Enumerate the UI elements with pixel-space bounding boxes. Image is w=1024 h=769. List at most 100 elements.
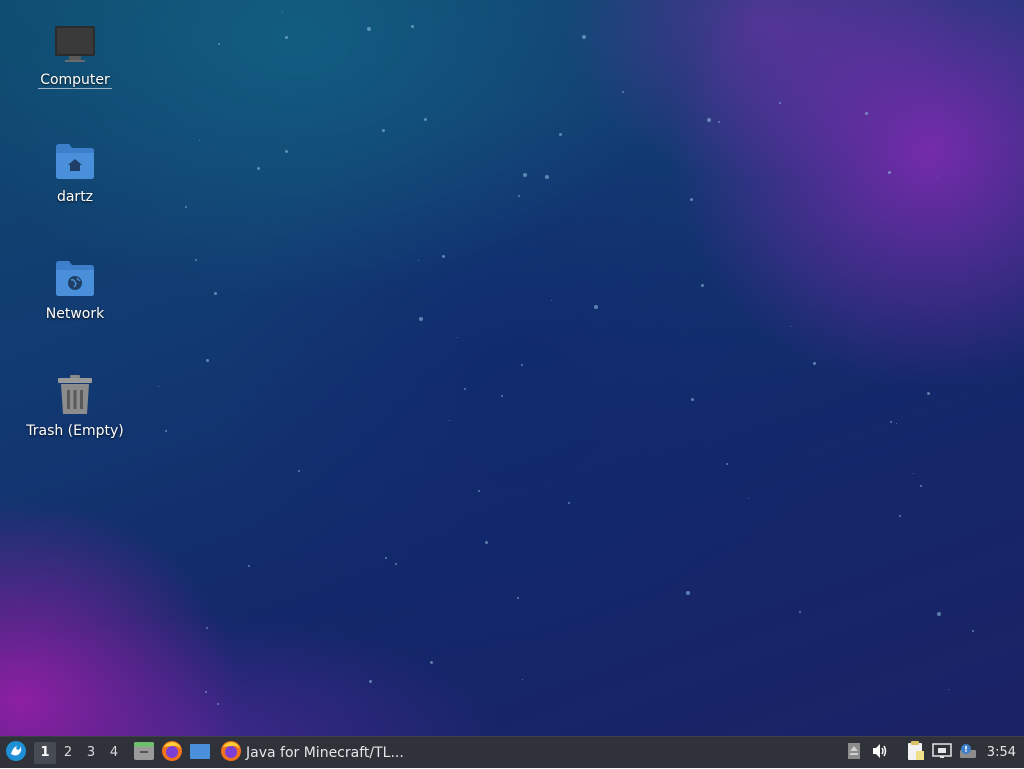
wallpaper-speck xyxy=(214,292,217,295)
wallpaper-speck xyxy=(890,421,892,423)
workspace-1[interactable]: 1 xyxy=(34,741,56,764)
wallpaper-speck xyxy=(517,597,519,599)
wallpaper-speck xyxy=(622,91,624,93)
wallpaper-speck xyxy=(927,392,930,395)
wallpaper-speck xyxy=(367,27,371,31)
file-manager-icon xyxy=(133,741,155,765)
trash-icon xyxy=(53,373,97,417)
desktop-icon-label: dartz xyxy=(56,189,94,205)
wallpaper-speck xyxy=(686,591,690,595)
wallpaper-speck xyxy=(523,173,527,177)
wallpaper-speck xyxy=(217,703,219,705)
start-menu-button[interactable] xyxy=(0,737,32,769)
wallpaper-speck xyxy=(813,362,816,365)
wallpaper-speck xyxy=(449,420,450,421)
show-desktop-icon xyxy=(189,742,211,764)
volume-button[interactable] xyxy=(867,737,893,769)
wallpaper-speck xyxy=(419,317,423,321)
wallpaper-speck xyxy=(442,255,445,258)
wallpaper-speck xyxy=(522,679,523,680)
desktop-icon-home[interactable]: dartz xyxy=(20,139,130,205)
volume-icon xyxy=(871,743,889,763)
wallpaper-speck xyxy=(282,11,283,12)
wallpaper-speck xyxy=(707,118,711,122)
clock[interactable]: 3:54 xyxy=(981,745,1020,760)
update-notifier-button[interactable] xyxy=(955,737,981,769)
wallpaper-speck xyxy=(799,611,801,613)
wallpaper-speck xyxy=(888,171,891,174)
wallpaper-speck xyxy=(457,337,458,338)
firefox-launcher[interactable] xyxy=(158,737,186,769)
wallpaper-speck xyxy=(779,102,781,104)
wallpaper-speck xyxy=(718,121,720,123)
wallpaper-speck xyxy=(195,259,197,261)
taskbar-window-button[interactable]: Java for Minecraft/TL... xyxy=(214,737,416,769)
file-manager-launcher[interactable] xyxy=(130,737,158,769)
wallpaper-speck xyxy=(701,284,704,287)
wallpaper-speck xyxy=(206,359,209,362)
workspace-4[interactable]: 4 xyxy=(103,742,125,764)
wallpaper-speck xyxy=(521,364,523,366)
wallpaper-speck xyxy=(369,680,372,683)
workspace-2[interactable]: 2 xyxy=(57,742,79,764)
wallpaper-speck xyxy=(790,326,791,327)
network-wired-icon xyxy=(932,742,952,763)
wallpaper-speck xyxy=(937,612,941,616)
desktop-icon-label: Trash (Empty) xyxy=(26,423,124,439)
wallpaper-speck xyxy=(568,502,570,504)
wallpaper-speck xyxy=(972,630,974,632)
wallpaper-speck xyxy=(285,36,288,39)
wallpaper-speck xyxy=(199,140,200,141)
workspace-3[interactable]: 3 xyxy=(80,742,102,764)
wallpaper-speck xyxy=(691,398,694,401)
desktop[interactable]: Computer dartz Network Trash (Empty) xyxy=(0,0,1024,736)
wallpaper-speck xyxy=(896,423,897,424)
wallpaper-speck xyxy=(205,691,207,693)
wallpaper-speck xyxy=(418,260,419,261)
wallpaper-speck xyxy=(206,627,208,629)
network-button[interactable] xyxy=(929,737,955,769)
wallpaper-speck xyxy=(518,195,520,197)
wallpaper-speck xyxy=(464,388,466,390)
wallpaper-speck xyxy=(913,473,914,474)
wallpaper-speck xyxy=(559,133,562,136)
wallpaper-speck xyxy=(937,177,938,178)
system-tray: 3:54 xyxy=(841,737,1024,769)
wallpaper-speck xyxy=(165,430,167,432)
wallpaper-speck xyxy=(185,206,187,208)
wallpaper-speck xyxy=(395,563,397,565)
wallpaper-speck xyxy=(382,129,385,132)
desktop-icon-trash[interactable]: Trash (Empty) xyxy=(20,373,130,439)
wallpaper-speck xyxy=(899,515,901,517)
wallpaper-speck xyxy=(158,386,159,387)
wallpaper-speck xyxy=(690,198,693,201)
wallpaper-speck xyxy=(218,43,220,45)
wallpaper-speck xyxy=(285,150,288,153)
desktop-icon-network[interactable]: Network xyxy=(20,256,130,322)
show-desktop-launcher[interactable] xyxy=(186,737,214,769)
wallpaper-speck xyxy=(582,35,586,39)
taskbar-window-title: Java for Minecraft/TL... xyxy=(246,744,404,761)
computer-icon xyxy=(53,22,97,66)
wallpaper-speck xyxy=(594,305,598,309)
wallpaper-speck xyxy=(257,167,260,170)
clipboard-button[interactable] xyxy=(903,737,929,769)
wallpaper-speck xyxy=(948,689,949,690)
wallpaper-speck xyxy=(920,485,922,487)
start-menu-icon xyxy=(5,740,27,766)
firefox-icon xyxy=(220,740,242,766)
update-notifier-icon xyxy=(959,743,977,763)
home-folder-icon xyxy=(53,139,97,183)
wallpaper-speck xyxy=(865,112,868,115)
removable-drive-button[interactable] xyxy=(841,737,867,769)
workspace-switcher: 1 2 3 4 xyxy=(34,741,126,764)
wallpaper-speck xyxy=(726,463,728,465)
wallpaper-speck xyxy=(411,25,414,28)
desktop-icon-label: Network xyxy=(45,306,105,322)
wallpaper-speck xyxy=(545,175,549,179)
desktop-icon-label: Computer xyxy=(38,72,112,89)
desktop-icon-computer[interactable]: Computer xyxy=(20,22,130,89)
wallpaper-speck xyxy=(248,565,250,567)
wallpaper-speck xyxy=(478,490,480,492)
clipboard-icon xyxy=(907,740,925,765)
